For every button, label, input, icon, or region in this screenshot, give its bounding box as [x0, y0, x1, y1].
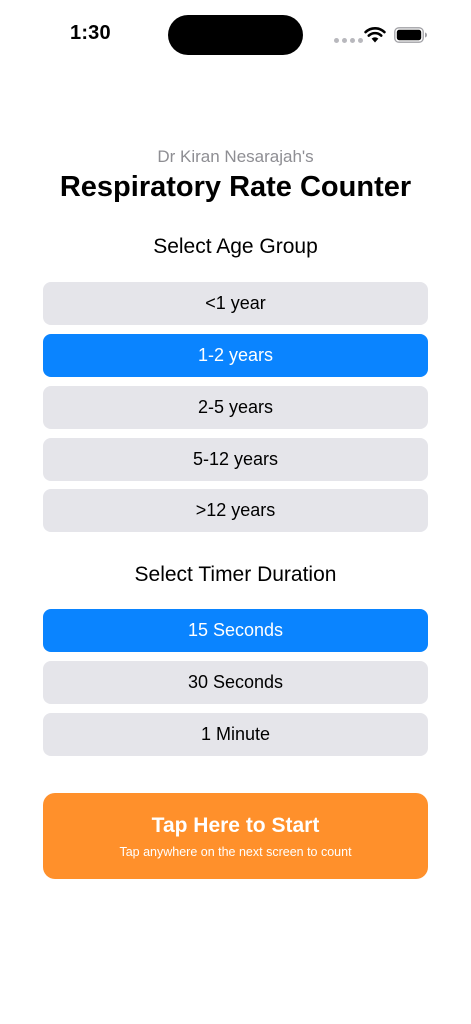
age-option-5-12[interactable]: 5-12 years: [43, 438, 428, 481]
option-label: 1 Minute: [200, 724, 271, 744]
option-label: 2-5 years: [197, 397, 274, 417]
page-title: Respiratory Rate Counter: [59, 171, 412, 203]
signal-icon: [334, 38, 363, 43]
start-button[interactable]: Tap Here to Start Tap anywhere on the ne…: [43, 793, 428, 879]
timer-duration-heading: Select Timer Duration: [134, 563, 337, 586]
option-label: 30 Seconds: [187, 672, 284, 692]
wifi-icon: [364, 27, 386, 43]
option-label: <1 year: [205, 293, 266, 313]
timer-option-1-minute[interactable]: 1 Minute: [43, 713, 428, 756]
age-option-over-12[interactable]: >12 years: [43, 489, 428, 532]
option-label: 15 Seconds: [187, 620, 284, 640]
timer-option-15-seconds[interactable]: 15 Seconds: [43, 609, 428, 652]
age-group-heading: Select Age Group: [153, 235, 318, 258]
dynamic-island: [168, 15, 303, 55]
start-button-label: Tap Here to Start: [151, 814, 320, 837]
age-option-1-2[interactable]: 1-2 years: [43, 334, 428, 377]
status-bar: 1:30: [0, 0, 471, 70]
app-author: Dr Kiran Nesarajah's: [157, 147, 314, 166]
option-label: 1-2 years: [197, 345, 274, 365]
age-option-under-1[interactable]: <1 year: [43, 282, 428, 325]
battery-icon: [394, 27, 427, 43]
age-option-2-5[interactable]: 2-5 years: [43, 386, 428, 429]
option-label: 5-12 years: [192, 449, 279, 469]
start-button-hint: Tap anywhere on the next screen to count: [119, 845, 352, 859]
option-label: >12 years: [195, 500, 276, 520]
status-time: 1:30: [70, 22, 111, 44]
timer-option-30-seconds[interactable]: 30 Seconds: [43, 661, 428, 704]
